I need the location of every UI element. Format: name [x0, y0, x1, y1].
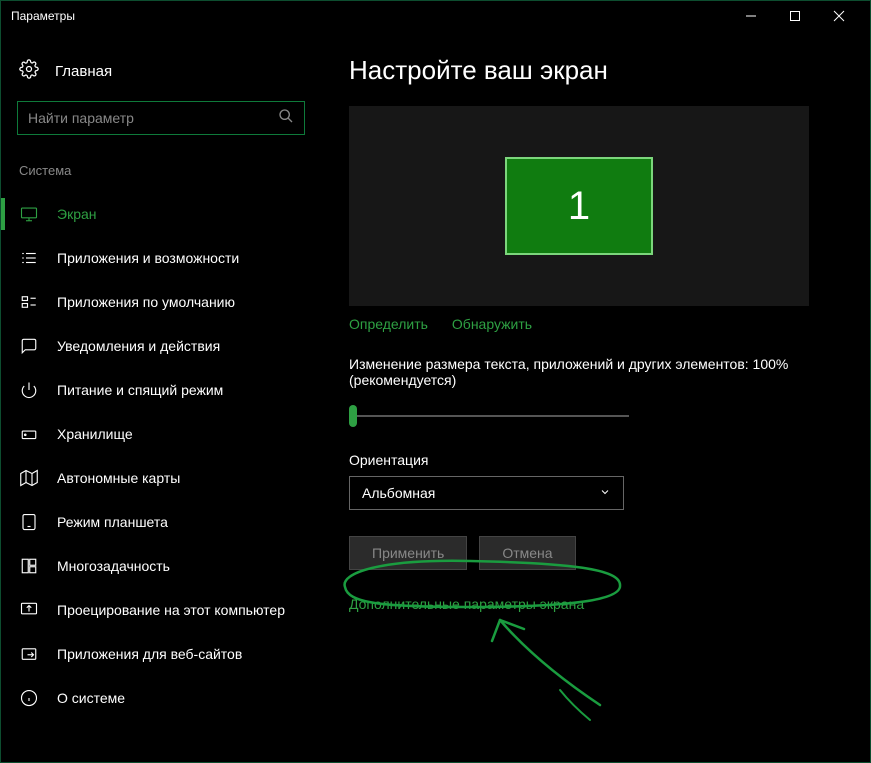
- gear-icon: [19, 59, 39, 83]
- sidebar-item-label: Питание и спящий режим: [57, 382, 223, 398]
- sidebar: Главная Система Экран Приложения и возмо…: [1, 31, 321, 762]
- notification-icon: [19, 336, 39, 356]
- detect-link[interactable]: Обнаружить: [452, 316, 532, 332]
- nav-list: Экран Приложения и возможности Приложени…: [1, 192, 321, 720]
- search-icon: [278, 108, 294, 129]
- maximize-button[interactable]: [782, 3, 808, 29]
- content-area: Главная Система Экран Приложения и возмо…: [1, 31, 870, 762]
- sidebar-item-web-apps[interactable]: Приложения для веб-сайтов: [1, 632, 321, 676]
- sidebar-item-label: О системе: [57, 690, 125, 706]
- search-box[interactable]: [17, 101, 305, 135]
- sidebar-item-about[interactable]: О системе: [1, 676, 321, 720]
- sidebar-item-label: Автономные карты: [57, 470, 180, 486]
- sidebar-item-default-apps[interactable]: Приложения по умолчанию: [1, 280, 321, 324]
- defaults-icon: [19, 292, 39, 312]
- monitor-number: 1: [568, 184, 590, 229]
- monitor-1[interactable]: 1: [505, 157, 653, 255]
- chevron-down-icon: [599, 485, 611, 501]
- sidebar-item-label: Приложения и возможности: [57, 250, 239, 266]
- slider-thumb[interactable]: [349, 405, 357, 427]
- sidebar-item-label: Многозадачность: [57, 558, 170, 574]
- sidebar-item-label: Экран: [57, 206, 97, 222]
- tablet-icon: [19, 512, 39, 532]
- sidebar-item-display[interactable]: Экран: [1, 192, 321, 236]
- slider-track: [349, 415, 629, 417]
- titlebar-controls: [738, 3, 860, 29]
- sidebar-item-power[interactable]: Питание и спящий режим: [1, 368, 321, 412]
- advanced-display-link[interactable]: Дополнительные параметры экрана: [349, 596, 584, 612]
- scale-text: Изменение размера текста, приложений и д…: [349, 356, 819, 388]
- sidebar-item-label: Проецирование на этот компьютер: [57, 602, 285, 618]
- home-row[interactable]: Главная: [1, 51, 321, 101]
- list-icon: [19, 248, 39, 268]
- home-label: Главная: [55, 63, 112, 80]
- main-content: Настройте ваш экран 1 Определить Обнаруж…: [321, 31, 870, 762]
- sidebar-item-maps[interactable]: Автономные карты: [1, 456, 321, 500]
- page-title: Настройте ваш экран: [349, 55, 842, 86]
- sidebar-item-multitasking[interactable]: Многозадачность: [1, 544, 321, 588]
- cancel-button[interactable]: Отмена: [479, 536, 575, 570]
- sidebar-item-projecting[interactable]: Проецирование на этот компьютер: [1, 588, 321, 632]
- sidebar-item-label: Приложения для веб-сайтов: [57, 646, 242, 662]
- button-row: Применить Отмена: [349, 536, 842, 570]
- orientation-label: Ориентация: [349, 452, 842, 468]
- storage-icon: [19, 424, 39, 444]
- identify-link[interactable]: Определить: [349, 316, 428, 332]
- window-title: Параметры: [11, 9, 738, 23]
- orientation-dropdown[interactable]: Альбомная: [349, 476, 624, 510]
- minimize-button[interactable]: [738, 3, 764, 29]
- web-apps-icon: [19, 644, 39, 664]
- display-icon: [19, 204, 39, 224]
- sidebar-item-label: Режим планшета: [57, 514, 168, 530]
- titlebar: Параметры: [1, 1, 870, 31]
- info-icon: [19, 688, 39, 708]
- orientation-value: Альбомная: [362, 485, 435, 501]
- multitasking-icon: [19, 556, 39, 576]
- sidebar-item-notifications[interactable]: Уведомления и действия: [1, 324, 321, 368]
- close-button[interactable]: [826, 3, 852, 29]
- sidebar-item-label: Уведомления и действия: [57, 338, 220, 354]
- scale-slider[interactable]: [349, 404, 629, 428]
- sidebar-item-storage[interactable]: Хранилище: [1, 412, 321, 456]
- sidebar-item-tablet[interactable]: Режим планшета: [1, 500, 321, 544]
- sidebar-item-apps[interactable]: Приложения и возможности: [1, 236, 321, 280]
- display-preview[interactable]: 1: [349, 106, 809, 306]
- sidebar-item-label: Хранилище: [57, 426, 133, 442]
- map-icon: [19, 468, 39, 488]
- display-links: Определить Обнаружить: [349, 316, 842, 332]
- section-header: Система: [1, 153, 321, 192]
- settings-window: Параметры Главная: [0, 0, 871, 763]
- apply-button[interactable]: Применить: [349, 536, 467, 570]
- sidebar-item-label: Приложения по умолчанию: [57, 294, 235, 310]
- project-icon: [19, 600, 39, 620]
- power-icon: [19, 380, 39, 400]
- search-input[interactable]: [28, 110, 278, 126]
